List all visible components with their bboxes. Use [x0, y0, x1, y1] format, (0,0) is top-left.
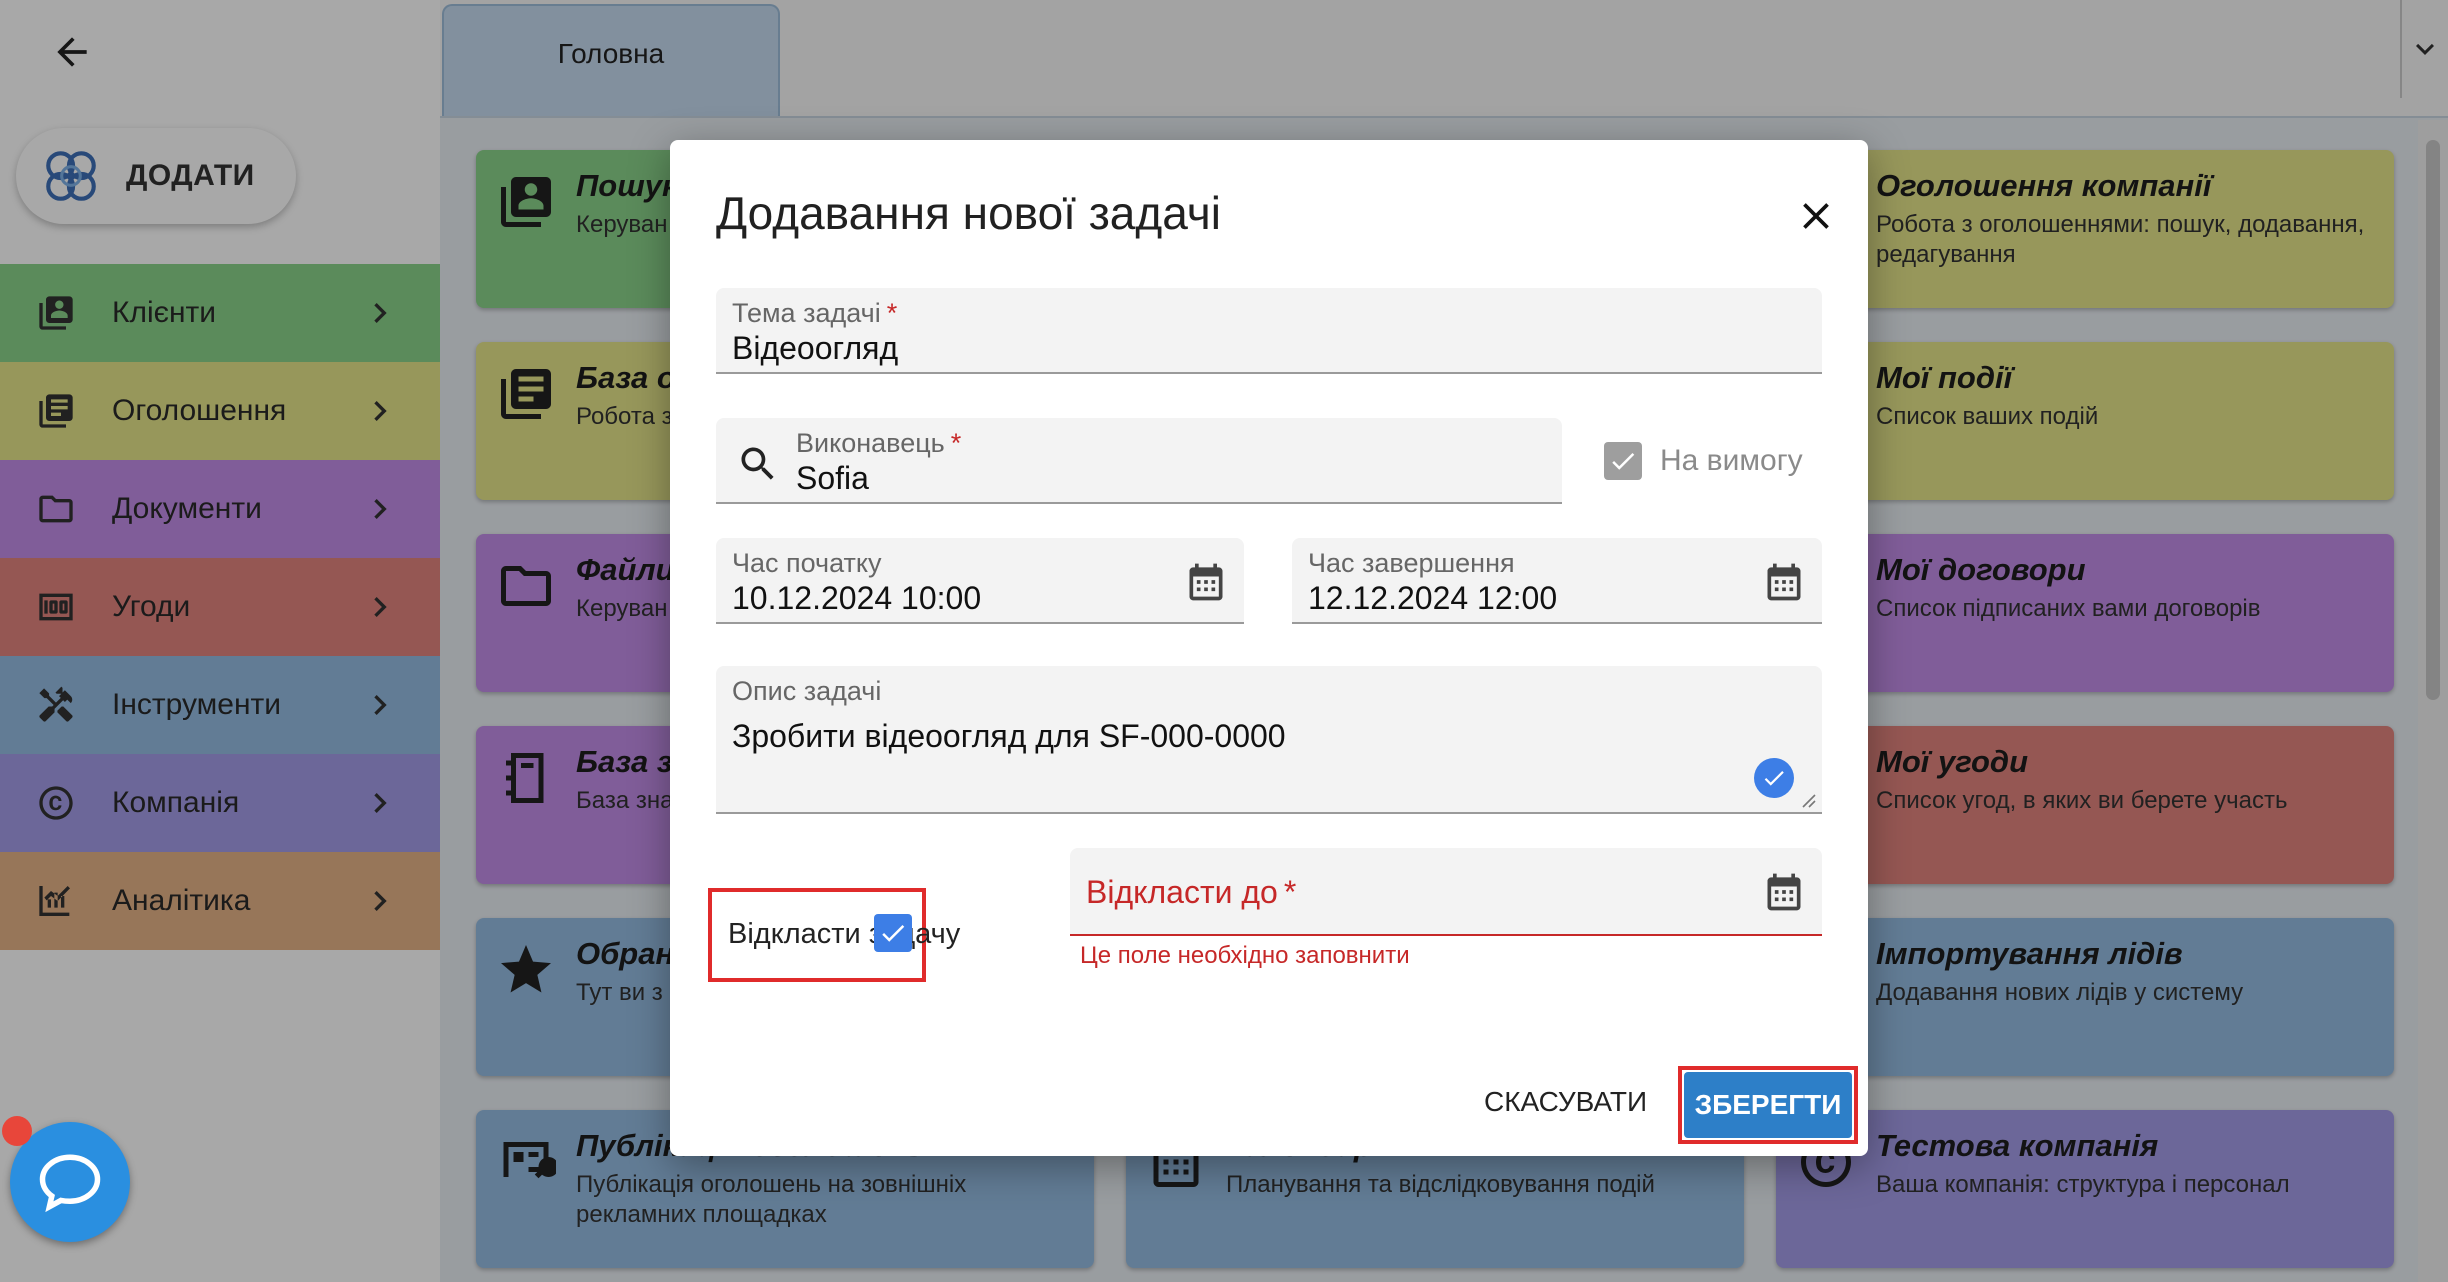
cancel-button[interactable]: СКАСУВАТИ	[1484, 1086, 1647, 1118]
postpone-checkbox[interactable]	[874, 914, 912, 952]
postpone-until-field[interactable]: Відкласти до *	[1070, 848, 1822, 936]
assignee-label-text: Виконавець	[796, 428, 945, 458]
checkmark-icon	[1764, 771, 1784, 786]
close-icon	[1803, 203, 1829, 229]
task-description-field[interactable]: Опис задачі Зробити відеоогляд для SF-00…	[716, 666, 1822, 814]
on-demand-label: На вимогу	[1660, 444, 1803, 477]
postpone-label: Відкласти задачу	[728, 918, 961, 950]
start-time-label: Час початку	[732, 548, 882, 578]
required-mark: *	[886, 298, 898, 328]
save-button-label: ЗБЕРЕГТИ	[1694, 1089, 1842, 1120]
end-time-value: 12.12.2024 12:00	[1308, 580, 1558, 616]
spellcheck-badge	[1754, 758, 1794, 798]
description-label: Опис задачі	[732, 676, 882, 706]
postpone-until-error: Це поле необхідно заповнити	[1080, 942, 1410, 969]
postpone-until-label: Відкласти до *	[1086, 874, 1296, 911]
calendar-icon[interactable]	[1762, 560, 1806, 604]
task-subject-field[interactable]: Тема задачі * Відеоогляд	[716, 288, 1822, 374]
checkmark-icon	[882, 924, 905, 942]
chat-bubble-icon	[39, 1154, 101, 1213]
chat-notification-dot	[2, 1116, 32, 1146]
end-time-field[interactable]: Час завершення 12.12.2024 12:00	[1292, 538, 1822, 624]
calendar-icon[interactable]	[1184, 560, 1228, 604]
description-value: Зробити відеоогляд для SF-000-0000	[732, 718, 1286, 754]
close-button[interactable]	[1788, 188, 1844, 244]
required-mark: *	[1283, 874, 1297, 910]
checkmark-icon	[1612, 452, 1635, 470]
on-demand-checkbox[interactable]	[1604, 442, 1642, 480]
calendar-icon[interactable]	[1762, 870, 1806, 914]
assignee-value: Sofia	[796, 460, 869, 496]
field-label: Тема задачі *	[732, 298, 897, 329]
subject-label-text: Тема задачі	[732, 298, 881, 328]
required-mark: *	[950, 428, 962, 458]
start-time-field[interactable]: Час початку 10.12.2024 10:00	[716, 538, 1244, 624]
add-task-dialog: Додавання нової задачі Тема задачі * Віде…	[670, 140, 1868, 1156]
task-subject-value: Відеоогляд	[732, 330, 899, 366]
postpone-until-label-text: Відкласти до	[1086, 874, 1278, 910]
dialog-title: Додавання нової задачі	[716, 187, 1221, 239]
save-button[interactable]: ЗБЕРЕГТИ	[1684, 1072, 1852, 1138]
assignee-search-field[interactable]: Виконавець * Sofia	[716, 418, 1562, 504]
field-label: Виконавець *	[796, 428, 961, 459]
search-icon	[741, 447, 774, 480]
end-time-label: Час завершення	[1308, 548, 1515, 578]
resize-handle-icon[interactable]	[1798, 790, 1816, 808]
start-time-value: 10.12.2024 10:00	[732, 580, 982, 616]
